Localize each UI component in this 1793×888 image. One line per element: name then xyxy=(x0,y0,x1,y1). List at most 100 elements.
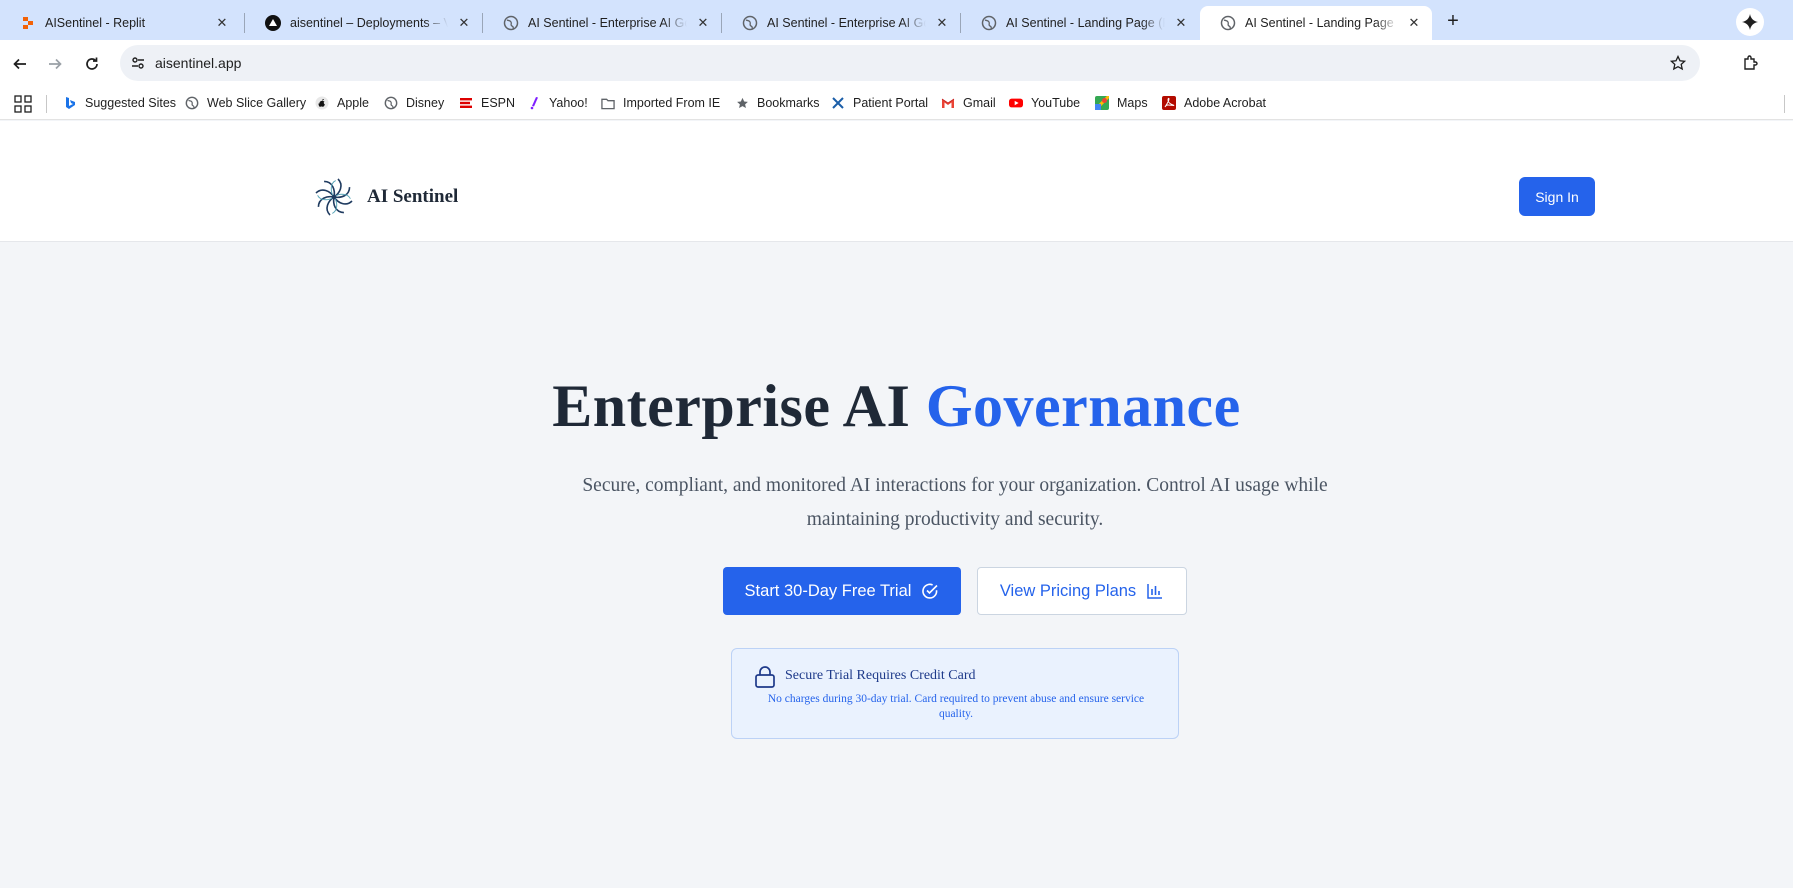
notice-text: No charges during 30-day trial. Card req… xyxy=(767,693,1145,720)
hero-title-main: Enterprise AI xyxy=(552,373,926,439)
tab-landing-page-active[interactable]: AI Sentinel - Landing Page (React) ✕ xyxy=(1200,6,1432,40)
bookmark-disney[interactable]: Disney xyxy=(384,92,444,114)
notice-title: Secure Trial Requires Credit Card xyxy=(785,668,976,683)
x-icon xyxy=(831,96,845,110)
close-icon[interactable]: ✕ xyxy=(1406,15,1422,31)
gemini-icon[interactable] xyxy=(1736,8,1764,36)
start-free-trial-button[interactable]: Start 30-Day Free Trial xyxy=(723,567,961,615)
logo-icon[interactable] xyxy=(313,176,355,218)
bookmark-suggested-sites[interactable]: Suggested Sites xyxy=(63,92,176,114)
bookmark-bookmarks[interactable]: Bookmarks xyxy=(735,92,820,114)
apps-grid-icon[interactable] xyxy=(14,95,32,113)
yahoo-icon xyxy=(527,96,541,110)
bookmark-gmail[interactable]: Gmail xyxy=(941,92,996,114)
site-header: AI Sentinel Sign In xyxy=(0,121,1793,242)
bookmark-label: Apple xyxy=(337,96,369,110)
bookmark-web-slice-gallery[interactable]: Web Slice Gallery xyxy=(185,92,306,114)
view-pricing-button[interactable]: View Pricing Plans xyxy=(977,567,1187,615)
tab-vercel[interactable]: aisentinel – Deployments – Vercel ✕ xyxy=(245,6,482,40)
globe-icon xyxy=(503,15,519,31)
bookmark-youtube[interactable]: YouTube xyxy=(1009,92,1080,114)
bookmark-label: Yahoo! xyxy=(549,96,588,110)
tab-replit[interactable]: AISentinel - Replit ✕ xyxy=(0,6,240,40)
tab-title: AI Sentinel - Landing Page (React) xyxy=(1245,16,1398,30)
bookmark-label: Adobe Acrobat xyxy=(1184,96,1267,110)
tab-landing-page-1[interactable]: AI Sentinel - Landing Page (React) ✕ xyxy=(961,6,1199,40)
bookmark-apple[interactable]: Apple xyxy=(315,92,369,114)
lock-icon xyxy=(755,666,775,688)
bookmark-adobe-acrobat[interactable]: Adobe Acrobat xyxy=(1162,92,1266,114)
tab-title: aisentinel – Deployments – Vercel xyxy=(290,16,448,30)
view-pricing-label: View Pricing Plans xyxy=(999,581,1137,600)
bookmark-label: ESPN xyxy=(481,96,516,110)
back-button[interactable] xyxy=(8,52,32,76)
credit-card-notice: Secure Trial Requires Credit Card No cha… xyxy=(731,648,1179,739)
tab-ai-sentinel-governance-1[interactable]: AI Sentinel - Enterprise AI Governance ✕ xyxy=(483,6,721,40)
globe-icon xyxy=(742,15,758,31)
close-icon[interactable]: ✕ xyxy=(456,15,472,31)
hero-subtitle: Secure, compliant, and monitored AI inte… xyxy=(582,475,1328,530)
bookmark-label: Disney xyxy=(406,96,445,110)
gmail-icon xyxy=(941,96,955,110)
tab-title: AI Sentinel - Enterprise AI Governance xyxy=(767,16,926,30)
maps-icon xyxy=(1095,96,1109,110)
close-icon[interactable]: ✕ xyxy=(1173,15,1189,31)
bookmark-label: Bookmarks xyxy=(757,96,820,110)
hero-title: Enterprise AI Governance xyxy=(0,372,1793,441)
bookmark-label: Gmail xyxy=(963,96,996,110)
forward-button[interactable] xyxy=(43,52,67,76)
tab-title: AISentinel - Replit xyxy=(45,16,146,30)
check-circle-icon xyxy=(922,583,939,599)
back-arrow-icon xyxy=(13,58,26,70)
extensions-icon[interactable] xyxy=(1740,52,1762,74)
bookmarks-bar: Suggested Sites Web Slice Gallery Apple … xyxy=(0,87,1793,120)
replit-icon xyxy=(20,15,36,31)
new-tab-button[interactable]: + xyxy=(1441,10,1465,34)
star-icon xyxy=(735,96,749,110)
bookmark-label: Imported From IE xyxy=(623,96,721,110)
bookmark-maps[interactable]: Maps xyxy=(1095,92,1148,114)
reload-button[interactable] xyxy=(80,52,104,76)
bookmarks-divider xyxy=(1784,95,1785,113)
vercel-icon xyxy=(265,15,281,31)
browser-toolbar: aisentinel.app xyxy=(0,40,1793,87)
espn-icon xyxy=(459,96,473,110)
start-free-trial-label: Start 30-Day Free Trial xyxy=(744,581,912,600)
close-icon[interactable]: ✕ xyxy=(214,15,230,31)
bookmarks-divider xyxy=(46,95,47,113)
bookmark-patient-portal[interactable]: Patient Portal xyxy=(831,92,928,114)
forward-arrow-icon xyxy=(49,58,62,70)
bookmark-espn[interactable]: ESPN xyxy=(459,92,515,114)
brand-name[interactable]: AI Sentinel xyxy=(367,186,458,208)
url-text[interactable]: aisentinel.app xyxy=(155,55,241,71)
tab-ai-sentinel-governance-2[interactable]: AI Sentinel - Enterprise AI Governance ✕ xyxy=(722,6,960,40)
globe-icon xyxy=(981,15,997,31)
bookmark-label: Patient Portal xyxy=(853,96,929,110)
sign-in-button[interactable]: Sign In xyxy=(1519,177,1595,216)
tab-strip: AISentinel - Replit ✕ aisentinel – Deplo… xyxy=(0,0,1793,40)
bookmark-yahoo[interactable]: Yahoo! xyxy=(527,92,588,114)
youtube-icon xyxy=(1009,96,1023,110)
globe-icon xyxy=(1220,15,1236,31)
bookmark-star-icon[interactable] xyxy=(1668,53,1688,73)
globe-icon xyxy=(185,96,199,110)
globe-icon xyxy=(384,96,398,110)
close-icon[interactable]: ✕ xyxy=(934,15,950,31)
tab-title: AI Sentinel - Landing Page (React) xyxy=(1006,16,1165,30)
reload-icon xyxy=(86,57,98,70)
bookmark-label: Maps xyxy=(1117,96,1148,110)
site-info-icon[interactable] xyxy=(128,53,148,73)
bookmark-imported-from-ie[interactable]: Imported From IE xyxy=(601,92,720,114)
apple-icon xyxy=(315,96,329,110)
close-icon[interactable]: ✕ xyxy=(695,15,711,31)
bar-chart-icon xyxy=(1147,584,1163,599)
folder-icon xyxy=(601,96,615,110)
acrobat-icon xyxy=(1162,96,1176,110)
bookmark-label: Web Slice Gallery xyxy=(207,96,307,110)
bing-icon xyxy=(63,96,77,110)
address-bar[interactable]: aisentinel.app xyxy=(120,45,1700,81)
hero-title-accent: Governance xyxy=(925,373,1241,439)
bookmark-label: YouTube xyxy=(1031,96,1081,110)
tab-title: AI Sentinel - Enterprise AI Governance xyxy=(528,16,687,30)
bookmark-label: Suggested Sites xyxy=(85,96,177,110)
